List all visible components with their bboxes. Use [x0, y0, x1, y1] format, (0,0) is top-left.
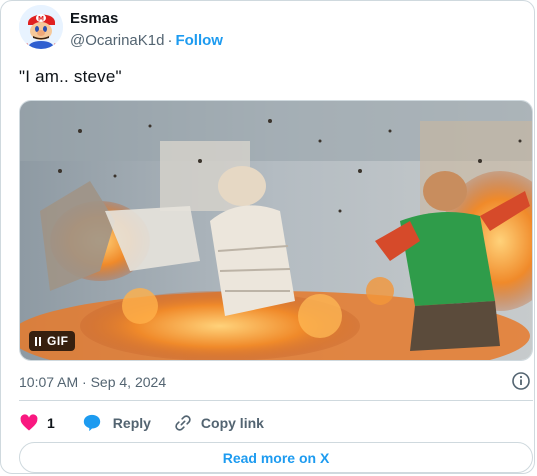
gif-badge[interactable]: GIF — [29, 331, 75, 351]
avatar[interactable]: M — [19, 5, 63, 49]
like-button[interactable]: 1 — [19, 413, 81, 433]
like-count: 1 — [47, 415, 55, 431]
tweet-actions: 1 Reply Copy link — [19, 411, 533, 435]
author-handle[interactable]: @OcarinaK1d — [70, 32, 164, 49]
gif-media[interactable]: GIF — [19, 100, 533, 361]
author-name[interactable]: Esmas — [70, 10, 118, 27]
info-icon[interactable] — [511, 371, 531, 391]
reply-bubble-icon — [83, 414, 100, 432]
reply-button[interactable]: Reply — [81, 413, 173, 433]
heart-icon — [20, 414, 38, 431]
link-icon — [175, 415, 191, 431]
read-more-button[interactable]: Read more on X — [19, 442, 533, 473]
tweet-header: M Esmas @OcarinaK1d · Follow — [19, 5, 519, 55]
mario-avatar-icon: M — [19, 5, 63, 49]
divider — [19, 400, 533, 401]
gif-label: GIF — [47, 334, 69, 348]
gif-frame — [20, 101, 532, 360]
copy-link-label: Copy link — [200, 415, 264, 431]
reply-label: Reply — [112, 415, 151, 431]
tweet-text: "I am.. steve" — [19, 67, 122, 86]
follow-button[interactable]: Follow — [175, 32, 223, 49]
author-handle-line: @OcarinaK1d · Follow — [70, 32, 223, 49]
tweet-timestamp[interactable]: 10:07 AM · Sep 4, 2024 — [19, 374, 166, 390]
svg-text:M: M — [38, 16, 44, 23]
tweet-card: M Esmas @OcarinaK1d · Follow "I am.. steve… — [0, 0, 535, 474]
pause-icon[interactable] — [35, 336, 41, 346]
separator: · — [167, 32, 173, 49]
copy-link-button[interactable]: Copy link — [173, 413, 264, 433]
